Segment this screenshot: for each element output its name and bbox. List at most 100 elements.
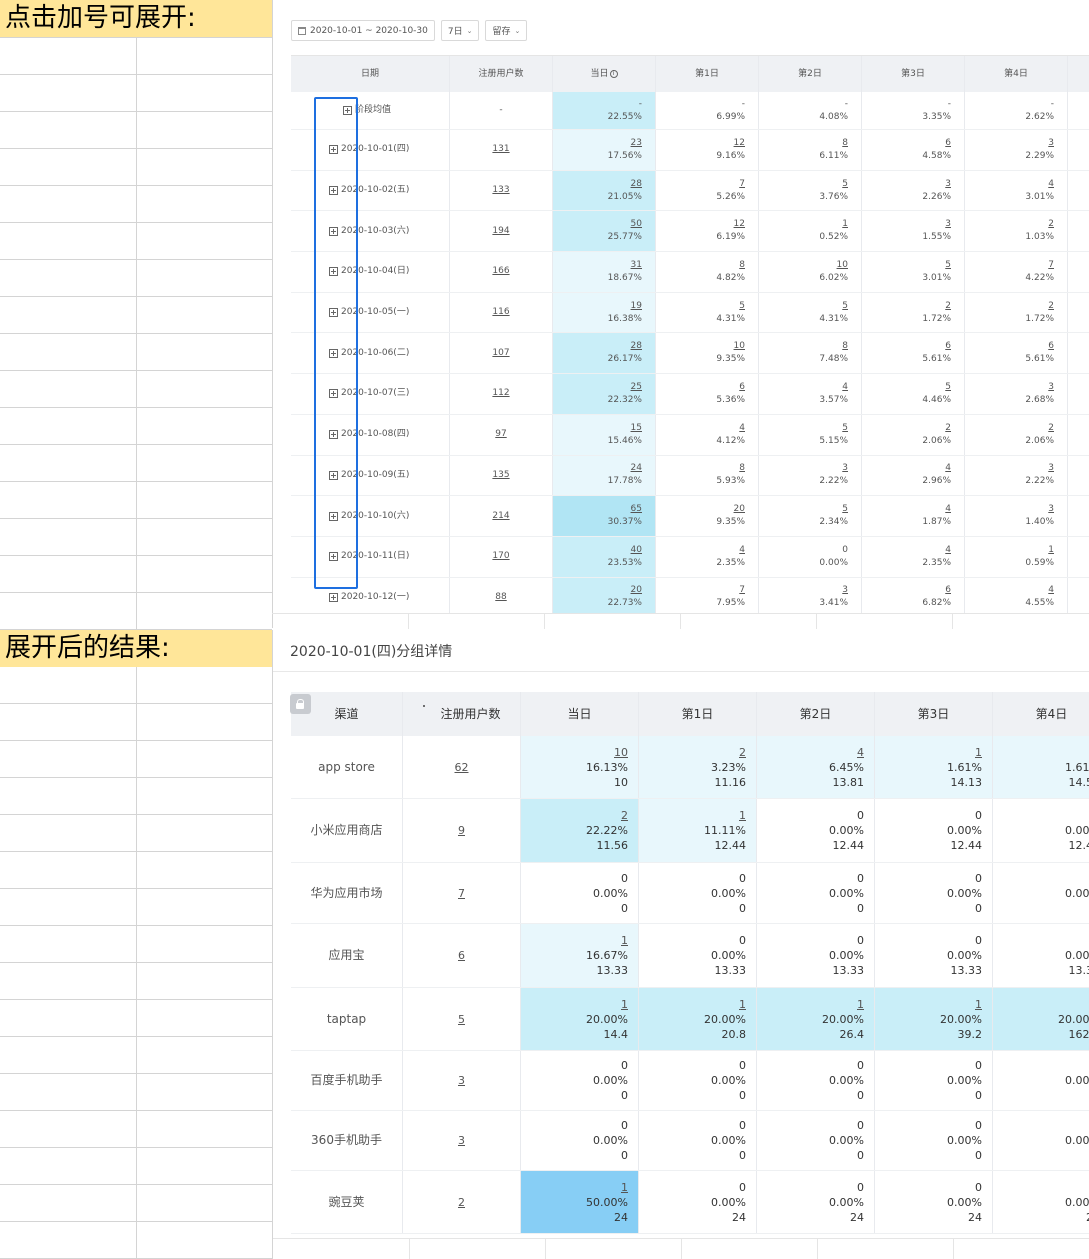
retention-count[interactable]: 20 [631, 584, 642, 597]
retention-count[interactable]: 1 [857, 997, 864, 1012]
retention-count[interactable]: 1 [842, 218, 848, 231]
retention-count[interactable]: 25 [631, 381, 642, 394]
user-count[interactable]: 97 [495, 428, 506, 441]
retention-count[interactable]: 3 [1048, 503, 1054, 516]
retention-count[interactable]: 23 [631, 137, 642, 150]
retention-count[interactable]: 31 [631, 259, 642, 272]
retention-rate: 0.00% [829, 824, 864, 837]
user-count[interactable]: 214 [492, 510, 509, 523]
retention-count[interactable]: 3 [1048, 381, 1054, 394]
expand-plus-icon[interactable] [329, 592, 338, 602]
retention-count[interactable]: 8 [842, 137, 848, 150]
user-count[interactable]: 7 [458, 886, 465, 901]
retention-count[interactable]: 5 [842, 503, 848, 516]
retention-count[interactable]: 1 [739, 808, 746, 823]
retention-count[interactable]: 5 [945, 259, 951, 272]
user-count[interactable]: 88 [495, 591, 506, 604]
retention-count[interactable]: 24 [631, 462, 642, 475]
user-count[interactable]: 135 [492, 469, 509, 482]
retention-count[interactable]: 6 [945, 137, 951, 150]
retention-count[interactable]: 1 [621, 997, 628, 1012]
user-count[interactable]: 5 [458, 1012, 465, 1027]
retention-count[interactable]: 2 [945, 300, 951, 313]
retention-count[interactable]: 6 [945, 340, 951, 353]
retention-count[interactable]: 12 [734, 218, 745, 231]
retention-count[interactable]: 4 [945, 544, 951, 557]
retention-count[interactable]: 1 [975, 745, 982, 760]
period-select[interactable]: 7日 ⌄ [440, 20, 480, 41]
retention-count[interactable]: 5 [842, 178, 848, 191]
retention-count[interactable]: 3 [1048, 137, 1054, 150]
retention-count[interactable]: 7 [1048, 259, 1054, 272]
user-count[interactable]: 107 [492, 347, 509, 360]
retention-count[interactable]: 8 [739, 259, 745, 272]
user-count[interactable]: 3 [458, 1073, 465, 1088]
retention-count[interactable]: 12 [734, 137, 745, 150]
retention-cell: 3 2.22% [965, 455, 1068, 496]
retention-count[interactable]: 2 [945, 422, 951, 435]
retention-count[interactable]: 19 [631, 300, 642, 313]
retention-count[interactable]: 65 [631, 503, 642, 516]
retention-count[interactable]: 20 [734, 503, 745, 516]
retention-count[interactable]: 2 [739, 745, 746, 760]
retention-count[interactable]: 4 [1048, 584, 1054, 597]
retention-count[interactable]: 10 [837, 259, 848, 272]
retention-count[interactable]: 28 [631, 340, 642, 353]
retention-count[interactable]: 4 [842, 381, 848, 394]
retention-count[interactable]: 8 [842, 340, 848, 353]
user-count[interactable]: 3 [458, 1133, 465, 1148]
retention-count[interactable]: 6 [945, 584, 951, 597]
retention-count[interactable]: 6 [739, 381, 745, 394]
retention-count[interactable]: 7 [739, 584, 745, 597]
retention-count[interactable]: 2 [1048, 218, 1054, 231]
retention-count[interactable]: 1 [621, 1180, 628, 1195]
retention-count[interactable]: 6 [1048, 340, 1054, 353]
user-count[interactable]: 170 [492, 550, 509, 563]
retention-count[interactable]: 5 [842, 422, 848, 435]
retention-count[interactable]: 7 [739, 178, 745, 191]
retention-count[interactable]: 3 [842, 584, 848, 597]
retention-count[interactable]: 1 [739, 997, 746, 1012]
user-count[interactable]: 194 [492, 225, 509, 238]
user-count[interactable]: 112 [492, 387, 509, 400]
retention-count[interactable]: 5 [945, 381, 951, 394]
user-count[interactable]: 131 [492, 143, 509, 156]
retention-count[interactable]: 4 [945, 462, 951, 475]
metric-select[interactable]: 留存 ⌄ [485, 20, 528, 41]
retention-count[interactable]: 2 [1048, 422, 1054, 435]
retention-count[interactable]: 4 [945, 503, 951, 516]
retention-count[interactable]: 1 [1048, 544, 1054, 557]
retention-count[interactable]: 2 [621, 808, 628, 823]
retention-count[interactable]: 10 [734, 340, 745, 353]
retention-count[interactable]: 2 [1048, 300, 1054, 313]
retention-count[interactable]: 4 [739, 422, 745, 435]
lock-icon[interactable] [290, 694, 311, 714]
user-count[interactable]: 166 [492, 265, 509, 278]
retention-count[interactable]: 3 [945, 178, 951, 191]
retention-count[interactable]: 5 [739, 300, 745, 313]
retention-count[interactable]: 8 [739, 462, 745, 475]
retention-count[interactable]: 28 [631, 178, 642, 191]
user-count[interactable]: 62 [455, 760, 469, 775]
retention-count[interactable]: 4 [1048, 178, 1054, 191]
retention-count[interactable]: 4 [857, 745, 864, 760]
user-count[interactable]: 133 [492, 184, 509, 197]
retention-count[interactable]: 50 [631, 218, 642, 231]
retention-count[interactable]: 40 [631, 544, 642, 557]
retention-count[interactable]: 5 [842, 300, 848, 313]
user-count[interactable]: 2 [458, 1195, 465, 1210]
retention-count[interactable]: 1 [621, 933, 628, 948]
retention-count[interactable]: 3 [945, 218, 951, 231]
column-header: 第3日 [875, 692, 993, 736]
retention-count[interactable]: 15 [631, 422, 642, 435]
date-range-picker[interactable]: 2020-10-01 ~ 2020-10-30 [291, 20, 435, 41]
retention-count[interactable]: 1 [975, 997, 982, 1012]
user-count[interactable]: 116 [492, 306, 509, 319]
retention-count[interactable]: 4 [739, 544, 745, 557]
user-count[interactable]: 9 [458, 823, 465, 838]
user-count[interactable]: 6 [458, 948, 465, 963]
retention-count[interactable]: 3 [1048, 462, 1054, 475]
retention-count[interactable]: 10 [614, 745, 628, 760]
retention-count[interactable]: 3 [842, 462, 848, 475]
retention-count: 0 [975, 1119, 982, 1132]
